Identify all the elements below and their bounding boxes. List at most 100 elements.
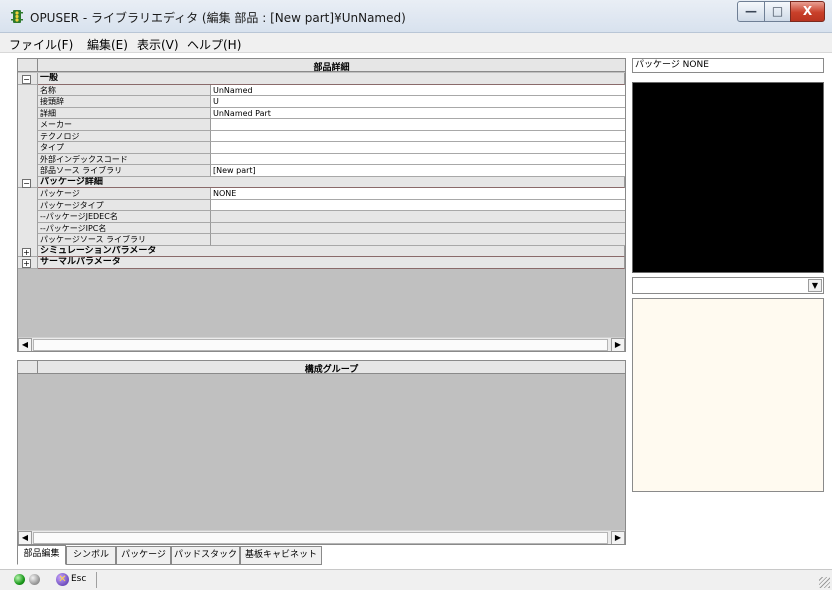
row-gutter: − <box>18 176 38 188</box>
groups-panel: 構成グループ ◀ ▶ <box>17 360 626 545</box>
row-gutter: + <box>18 245 38 257</box>
package-preview <box>632 82 824 273</box>
collapse-icon[interactable]: − <box>22 178 31 188</box>
property-name: パッケージ <box>38 188 211 200</box>
row-gutter <box>18 142 38 154</box>
scroll-left-icon[interactable]: ◀ <box>18 338 32 351</box>
menu-view[interactable]: 表示(V) <box>137 36 179 53</box>
property-name: --パッケージJEDEC名 <box>38 211 211 223</box>
tab-part-edit[interactable]: 部品編集 <box>17 545 66 565</box>
notes-area[interactable] <box>632 298 824 492</box>
expand-icon[interactable]: + <box>22 259 31 268</box>
maximize-button[interactable]: □ <box>764 1 791 22</box>
row-gutter <box>18 211 38 223</box>
category-label: サーマルパラメータ <box>38 257 625 269</box>
maximize-icon: □ <box>771 4 784 18</box>
property-row: --パッケージJEDEC名 <box>18 211 625 223</box>
property-value[interactable]: U <box>211 96 625 108</box>
property-row[interactable]: 部品ソース ライブラリ [New part] <box>18 165 625 177</box>
menu-bar: ファイル(F) 編集(E) 表示(V) ヘルプ(H) <box>0 33 832 53</box>
property-row[interactable]: 接頭辞 U <box>18 96 625 108</box>
main-area: 部品詳細 − 一般 名称 UnNamed 接頭辞 U 詳細 UnNamed Part … <box>17 58 626 545</box>
esc-label[interactable]: Esc <box>71 574 86 584</box>
part-details-header: 部品詳細 <box>18 59 625 73</box>
horizontal-scrollbar[interactable]: ◀ ▶ <box>18 337 625 351</box>
property-value[interactable]: UnNamed <box>211 84 625 96</box>
row-gutter: − <box>18 73 38 85</box>
property-value[interactable]: UnNamed Part <box>211 107 625 119</box>
category-label: シミュレーションパラメータ <box>38 245 625 257</box>
collapse-icon[interactable]: − <box>22 75 31 84</box>
resize-grip-icon[interactable] <box>819 577 830 588</box>
property-row[interactable]: タイプ <box>18 142 625 154</box>
category-package[interactable]: − パッケージ詳細 <box>18 176 625 188</box>
property-name: 外部インデックスコード <box>38 153 211 165</box>
expand-icon[interactable]: + <box>22 247 31 257</box>
scroll-thumb[interactable] <box>33 532 608 544</box>
property-value <box>211 234 625 246</box>
row-gutter <box>18 119 38 131</box>
property-row[interactable]: パッケージタイプ <box>18 199 625 211</box>
property-row: --パッケージIPC名 <box>18 222 625 234</box>
scroll-thumb[interactable] <box>33 339 608 351</box>
menu-edit[interactable]: 編集(E) <box>87 36 128 53</box>
row-gutter <box>18 222 38 234</box>
tab-package[interactable]: パッケージ <box>116 546 171 565</box>
horizontal-scrollbar[interactable]: ◀ ▶ <box>18 530 625 544</box>
header-corner <box>18 59 38 72</box>
property-name: --パッケージIPC名 <box>38 222 211 234</box>
part-details-title: 部品詳細 <box>313 63 350 73</box>
row-gutter <box>18 130 38 142</box>
category-thermal[interactable]: + サーマルパラメータ <box>18 257 625 269</box>
property-value[interactable] <box>211 199 625 211</box>
menu-file[interactable]: ファイル(F) <box>9 36 73 53</box>
row-gutter <box>18 107 38 119</box>
tab-board-cabinet[interactable]: 基板キャビネット <box>240 546 322 565</box>
row-gutter <box>18 96 38 108</box>
app-icon <box>11 10 23 23</box>
property-name: 名称 <box>38 84 211 96</box>
property-value[interactable] <box>211 130 625 142</box>
gray-led-icon <box>29 574 40 585</box>
category-general[interactable]: − 一般 <box>18 73 625 85</box>
property-row[interactable]: 詳細 UnNamed Part <box>18 107 625 119</box>
status-divider <box>96 572 97 588</box>
property-name: 部品ソース ライブラリ <box>38 165 211 177</box>
scroll-left-icon[interactable]: ◀ <box>18 531 32 544</box>
property-value[interactable]: [New part] <box>211 165 625 177</box>
row-gutter: + <box>18 257 38 269</box>
close-button[interactable]: X <box>790 1 825 22</box>
scroll-right-icon[interactable]: ▶ <box>611 531 625 544</box>
property-name: パッケージタイプ <box>38 199 211 211</box>
property-row[interactable]: テクノロジ <box>18 130 625 142</box>
property-row[interactable]: メーカー <box>18 119 625 131</box>
menu-help[interactable]: ヘルプ(H) <box>187 36 241 53</box>
property-name: 接頭辞 <box>38 96 211 108</box>
green-led-icon <box>14 574 25 585</box>
close-icon: X <box>802 4 813 18</box>
category-label: パッケージ詳細 <box>38 176 625 188</box>
property-value <box>211 222 625 234</box>
tab-symbol[interactable]: シンボル <box>66 546 116 565</box>
dropdown-arrow-icon[interactable]: ▼ <box>808 279 822 292</box>
view-select[interactable]: ▼ <box>632 277 824 294</box>
property-value[interactable] <box>211 153 625 165</box>
category-simulation[interactable]: + シミュレーションパラメータ <box>18 245 625 257</box>
esc-icon[interactable]: ✕ <box>56 573 69 586</box>
package-label: パッケージ NONE <box>632 58 824 73</box>
groups-title: 構成グループ <box>304 365 359 375</box>
property-row[interactable]: 外部インデックスコード <box>18 153 625 165</box>
tab-padstack[interactable]: パッドスタック <box>171 546 240 565</box>
property-name: タイプ <box>38 142 211 154</box>
property-row[interactable]: 名称 UnNamed <box>18 84 625 96</box>
scroll-right-icon[interactable]: ▶ <box>611 338 625 351</box>
property-row: パッケージソース ライブラリ <box>18 234 625 246</box>
window-title: OPUSER - ライブラリエディタ (編集 部品 : [New part]¥U… <box>30 11 406 25</box>
property-row[interactable]: パッケージ NONE <box>18 188 625 200</box>
minimize-icon: — <box>745 4 757 18</box>
minimize-button[interactable]: — <box>737 1 765 22</box>
property-value[interactable] <box>211 119 625 131</box>
property-name: パッケージソース ライブラリ <box>38 234 211 246</box>
property-value[interactable] <box>211 142 625 154</box>
property-value[interactable]: NONE <box>211 188 625 200</box>
